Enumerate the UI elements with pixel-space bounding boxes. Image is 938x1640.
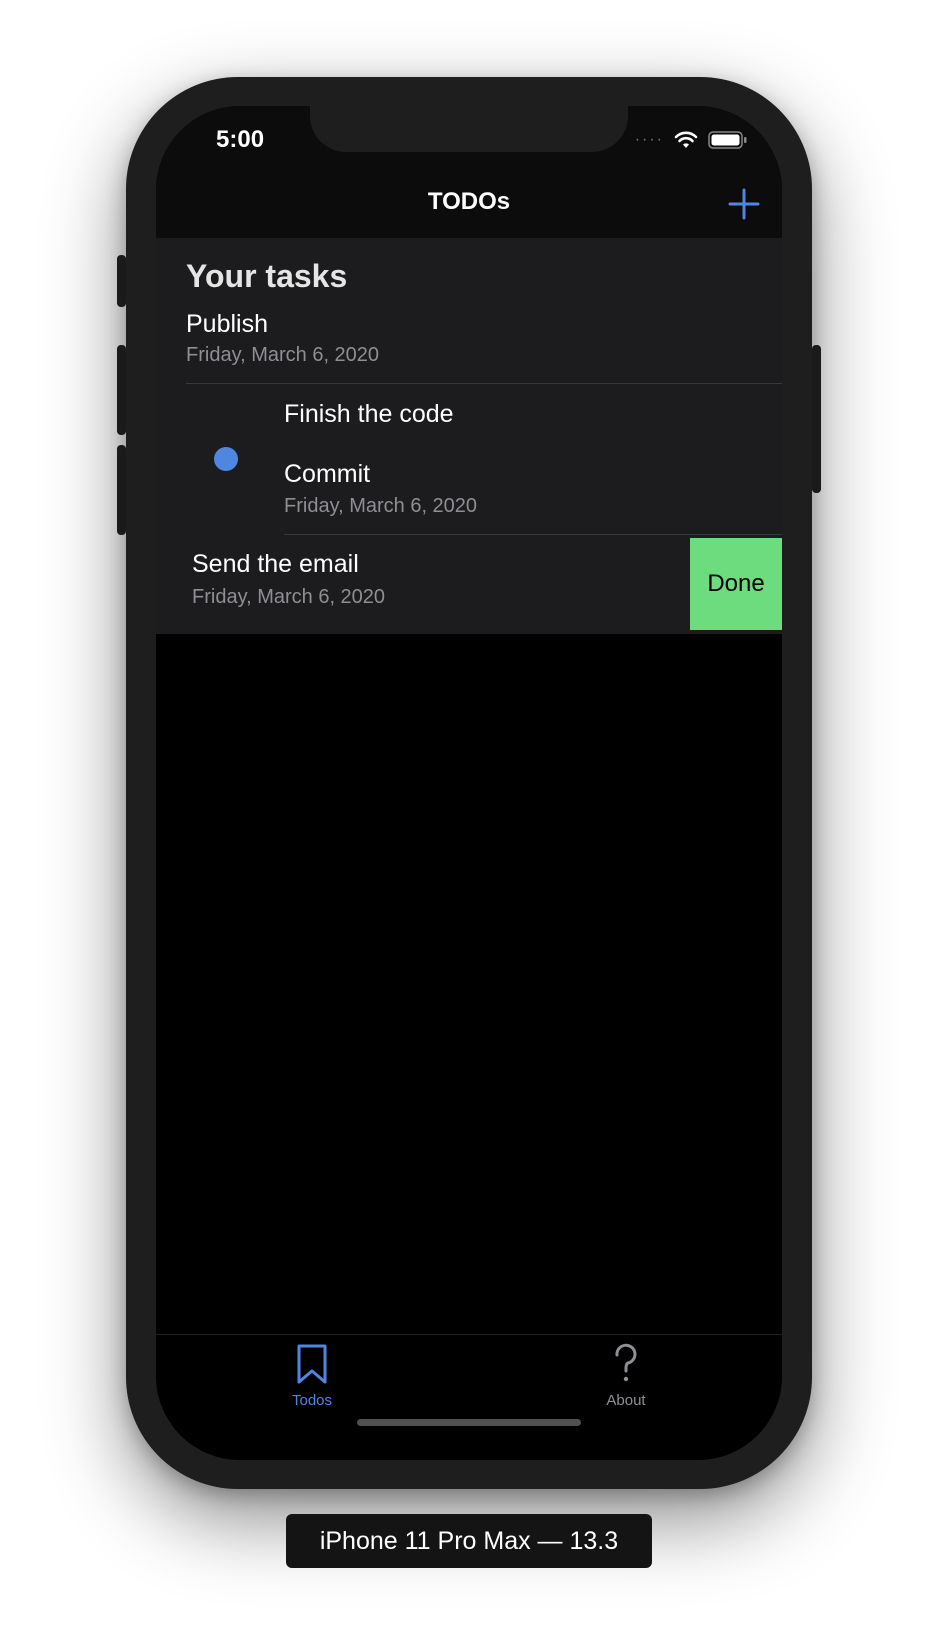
tab-todos[interactable]: Todos: [252, 1343, 372, 1409]
screen: 5:00 ···· TODOs Your tasks Publish Frida…: [156, 106, 782, 1460]
home-indicator: [357, 1419, 581, 1426]
question-mark-icon: [615, 1343, 637, 1382]
cellular-signal-icon: ····: [634, 131, 664, 148]
task-title: Publish: [186, 310, 268, 338]
add-todo-button[interactable]: [726, 186, 762, 222]
page-title: TODOs: [427, 188, 511, 215]
bookmark-icon: [297, 1344, 327, 1384]
mute-switch: [117, 255, 126, 307]
volume-up-button: [117, 345, 126, 435]
done-swipe-action-button[interactable]: Done: [690, 538, 782, 630]
notch: [310, 106, 628, 152]
tab-label: About: [606, 1392, 646, 1409]
tab-bar: Todos About: [156, 1334, 782, 1460]
section-title: Your tasks: [186, 258, 348, 294]
task-title: Send the email: [192, 550, 359, 578]
drag-indicator-dot: [214, 447, 238, 471]
volume-down-button: [117, 445, 126, 535]
tab-about[interactable]: About: [566, 1343, 686, 1409]
device-label: iPhone 11 Pro Max — 13.3: [286, 1514, 652, 1568]
task-date: Friday, March 6, 2020: [192, 586, 386, 608]
divider: [284, 534, 782, 535]
task-date: Friday, March 6, 2020: [284, 495, 478, 517]
plus-icon: [728, 188, 760, 220]
status-time: 5:00: [216, 126, 265, 153]
power-button: [812, 345, 821, 493]
task-date: Friday, March 6, 2020: [186, 344, 380, 366]
battery-icon: [708, 131, 747, 149]
task-title: Commit: [284, 460, 371, 488]
status-icons: ····: [635, 130, 748, 150]
divider: [186, 383, 782, 384]
task-title: Finish the code: [284, 400, 454, 428]
task-list: Your tasks Publish Friday, March 6, 2020…: [156, 238, 782, 634]
tab-label: Todos: [291, 1392, 333, 1409]
iphone-frame: 5:00 ···· TODOs Your tasks Publish Frida…: [117, 77, 821, 1489]
wifi-icon: [674, 131, 698, 148]
